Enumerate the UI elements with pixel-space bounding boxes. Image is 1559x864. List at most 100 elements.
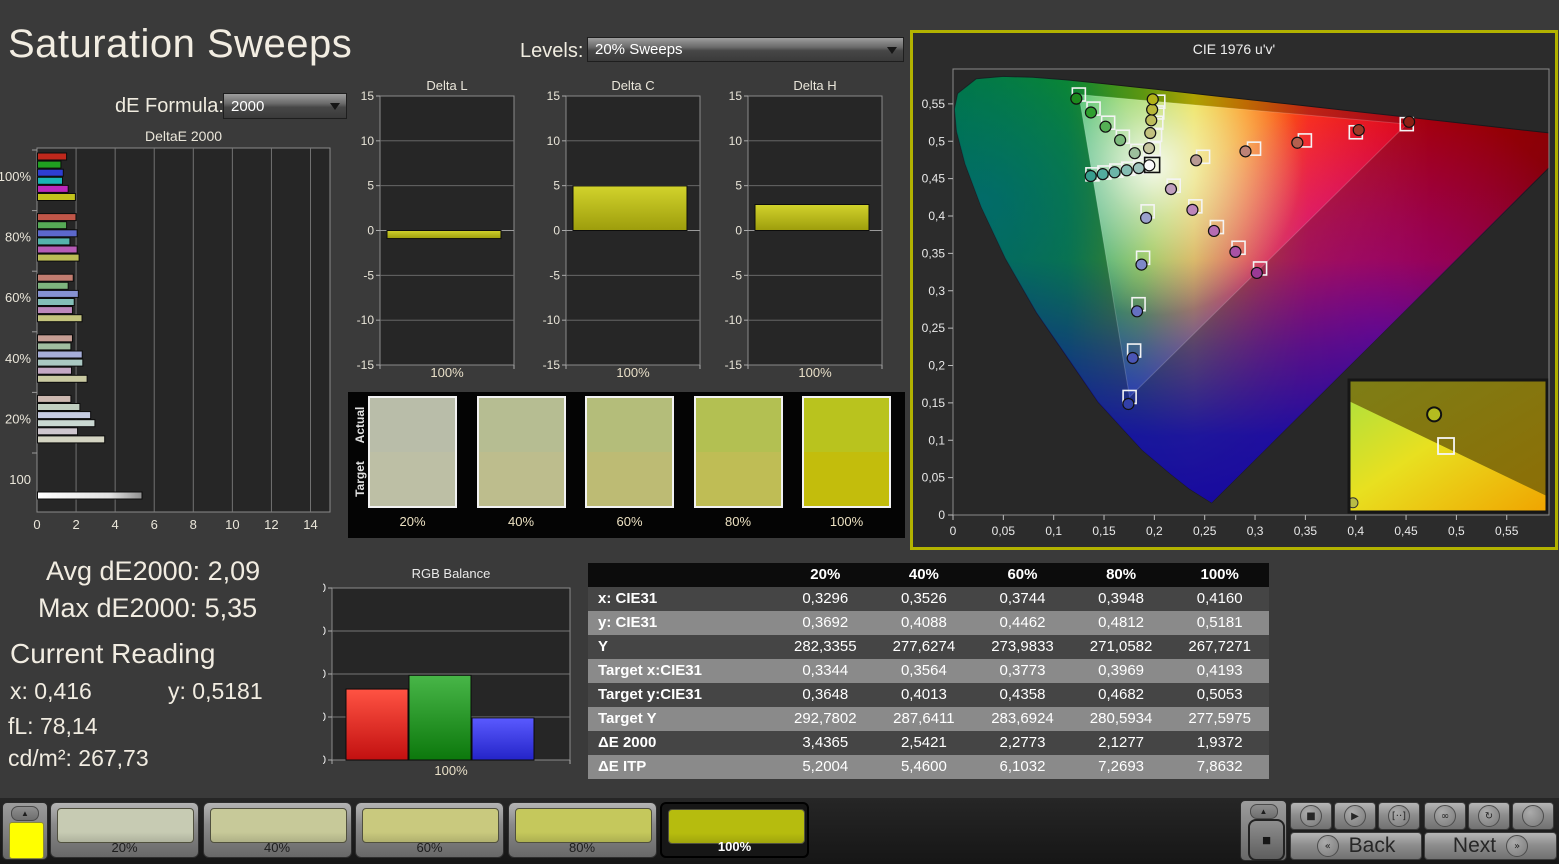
current-fl-value: fL: 78,14 xyxy=(8,713,98,739)
cie-measured-green-80 xyxy=(1084,106,1098,119)
frame-button[interactable]: [··] xyxy=(1378,802,1420,830)
refresh-button[interactable]: ↻ xyxy=(1468,802,1510,830)
back-button[interactable]: « Back xyxy=(1290,832,1422,860)
table-cell: 287,6411 xyxy=(893,710,955,727)
chart-text: 14 xyxy=(303,517,317,532)
current-color-swatch xyxy=(9,822,44,859)
swatch-label: 80% xyxy=(724,514,752,529)
cie-measured-magenta-40 xyxy=(1186,203,1199,216)
deltae-bar-80%-2 xyxy=(37,229,78,238)
deltae-bar-80%-5 xyxy=(37,253,80,262)
level-button-80%[interactable]: 80% xyxy=(507,802,657,858)
chart-text: -10 xyxy=(725,313,743,327)
chart-text: 0,55 xyxy=(922,97,946,111)
stop-button[interactable]: ■ xyxy=(1248,819,1285,861)
collapse-up-icon[interactable]: ▲ xyxy=(1249,804,1278,819)
chart-text: Delta C xyxy=(611,78,654,93)
chart-text: 4 xyxy=(112,517,119,532)
table-row-label: Y xyxy=(598,638,609,655)
play-button[interactable]: ▶ xyxy=(1334,802,1376,830)
back-arrow-icon: « xyxy=(1316,835,1339,857)
collapse-up-icon[interactable]: ▲ xyxy=(11,806,39,821)
chevron-down-icon xyxy=(330,103,340,110)
stop-button[interactable]: ■ xyxy=(1290,802,1332,830)
chart-text: -15 xyxy=(543,358,561,372)
target-swatch xyxy=(478,452,564,506)
cie-measured-green-40 xyxy=(1114,134,1127,147)
table-cell: 2,5421 xyxy=(900,734,947,751)
level-button-40%[interactable]: 40% xyxy=(202,802,352,858)
deltae-bar-60%-3 xyxy=(37,298,75,306)
chart-text: 0,1 xyxy=(1045,524,1062,538)
blank-button[interactable] xyxy=(1512,802,1554,830)
back-label: Back xyxy=(1348,834,1396,857)
swatch-label: 100% xyxy=(829,514,864,529)
max-de2000-stat: Max dE2000: 5,35 xyxy=(38,593,258,623)
rgb-balance-chart: RGB Balance 80 90 100 110 120 100% xyxy=(323,566,571,778)
cie-measured-yellow-100 xyxy=(1146,93,1159,106)
deltae-bar-40%-5 xyxy=(37,374,88,383)
level-button-60%[interactable]: 60% xyxy=(355,802,504,858)
table-cell: 267,7271 xyxy=(1188,638,1251,655)
chart-text: 15 xyxy=(729,89,743,103)
next-button[interactable]: Next » xyxy=(1424,832,1557,860)
table-row: Y 282,3355 277,6274 273,9833 271,0582 267,727… xyxy=(588,635,1269,659)
inset-measured-marker xyxy=(1426,406,1443,423)
level-button-100%[interactable]: 100% xyxy=(660,802,809,858)
target-row-label: Target xyxy=(353,461,367,497)
deltae-bar-40%-1 xyxy=(37,342,72,351)
chevron-down-icon xyxy=(887,46,897,54)
chart-text: -15 xyxy=(725,358,743,372)
table-cell: 3,4365 xyxy=(802,734,849,751)
level-swatch xyxy=(362,808,499,843)
rgb-bar-blue xyxy=(471,717,535,761)
calibration-app: Saturation Sweeps dE Formula: 2000 Level… xyxy=(0,0,1559,864)
chart-text: -15 xyxy=(357,358,375,372)
table-cell: 273,9833 xyxy=(991,638,1054,655)
infinity-button[interactable]: ∞ xyxy=(1424,802,1466,830)
table-cell: 0,5053 xyxy=(1196,686,1243,703)
table-row-label: Target x:CIE31 xyxy=(598,662,702,679)
table-cell: 0,4013 xyxy=(900,686,947,703)
levels-dropdown[interactable]: 20% Sweeps xyxy=(587,37,904,62)
target-swatch xyxy=(587,452,672,506)
infinity-icon: ∞ xyxy=(1434,805,1456,827)
table-cell: 0,3948 xyxy=(1098,590,1145,607)
cie-measured-white xyxy=(1143,159,1156,172)
current-y-value: y: 0,5181 xyxy=(168,678,263,704)
table-row-label: Target y:CIE31 xyxy=(598,686,702,703)
chart-text: 80% xyxy=(5,230,31,245)
chart-text: 110 xyxy=(323,624,326,638)
chart-text: 0,3 xyxy=(1247,524,1264,538)
table-row-label: y: CIE31 xyxy=(598,614,658,631)
deltae-bar-80%-1 xyxy=(37,221,68,230)
chart-text: 0 xyxy=(367,224,374,238)
chart-text: 0,3 xyxy=(928,284,945,298)
cie-measured-yellow-20 xyxy=(1142,142,1156,155)
target-swatch xyxy=(370,452,455,506)
rgb-bar-red xyxy=(345,688,409,761)
deltae-bar-40%-0 xyxy=(37,334,73,343)
de-formula-dropdown[interactable]: 2000 xyxy=(223,93,347,119)
table-cell: 0,3969 xyxy=(1098,662,1145,679)
deltae-bar-60%-1 xyxy=(37,281,69,290)
chart-text: 10 xyxy=(225,517,239,532)
levels-label: Levels: xyxy=(520,40,584,62)
cie-measured-yellow-80 xyxy=(1146,103,1159,116)
delta-h-chart: Delta H 15 10 5 0 -5 -10 -15 100% xyxy=(725,78,883,380)
transport-side-panel: ▲ ■ xyxy=(1240,800,1287,861)
table-cell: 0,4358 xyxy=(999,686,1046,703)
chart-text: 10 xyxy=(361,134,375,148)
cie-measured-yellow-40 xyxy=(1144,126,1157,140)
current-x-value: x: 0,416 xyxy=(10,678,92,704)
level-button-20%[interactable]: 20% xyxy=(50,802,199,858)
chart-text: 0,45 xyxy=(922,172,946,186)
current-cdm2-value: cd/m²: 267,73 xyxy=(8,745,149,771)
table-cell: 6,1032 xyxy=(999,758,1046,775)
chart-text: 60% xyxy=(5,290,31,305)
table-cell: 0,5181 xyxy=(1196,614,1243,631)
delta-l-chart: Delta L 15 10 5 0 -5 -10 -15 100% xyxy=(357,78,515,380)
table-row: ΔE ITP 5,2004 5,4600 6,1032 7,2693 7,8632 xyxy=(588,755,1269,779)
table-row-label: ΔE 2000 xyxy=(598,734,657,751)
table-cell: 0,3296 xyxy=(802,590,849,607)
